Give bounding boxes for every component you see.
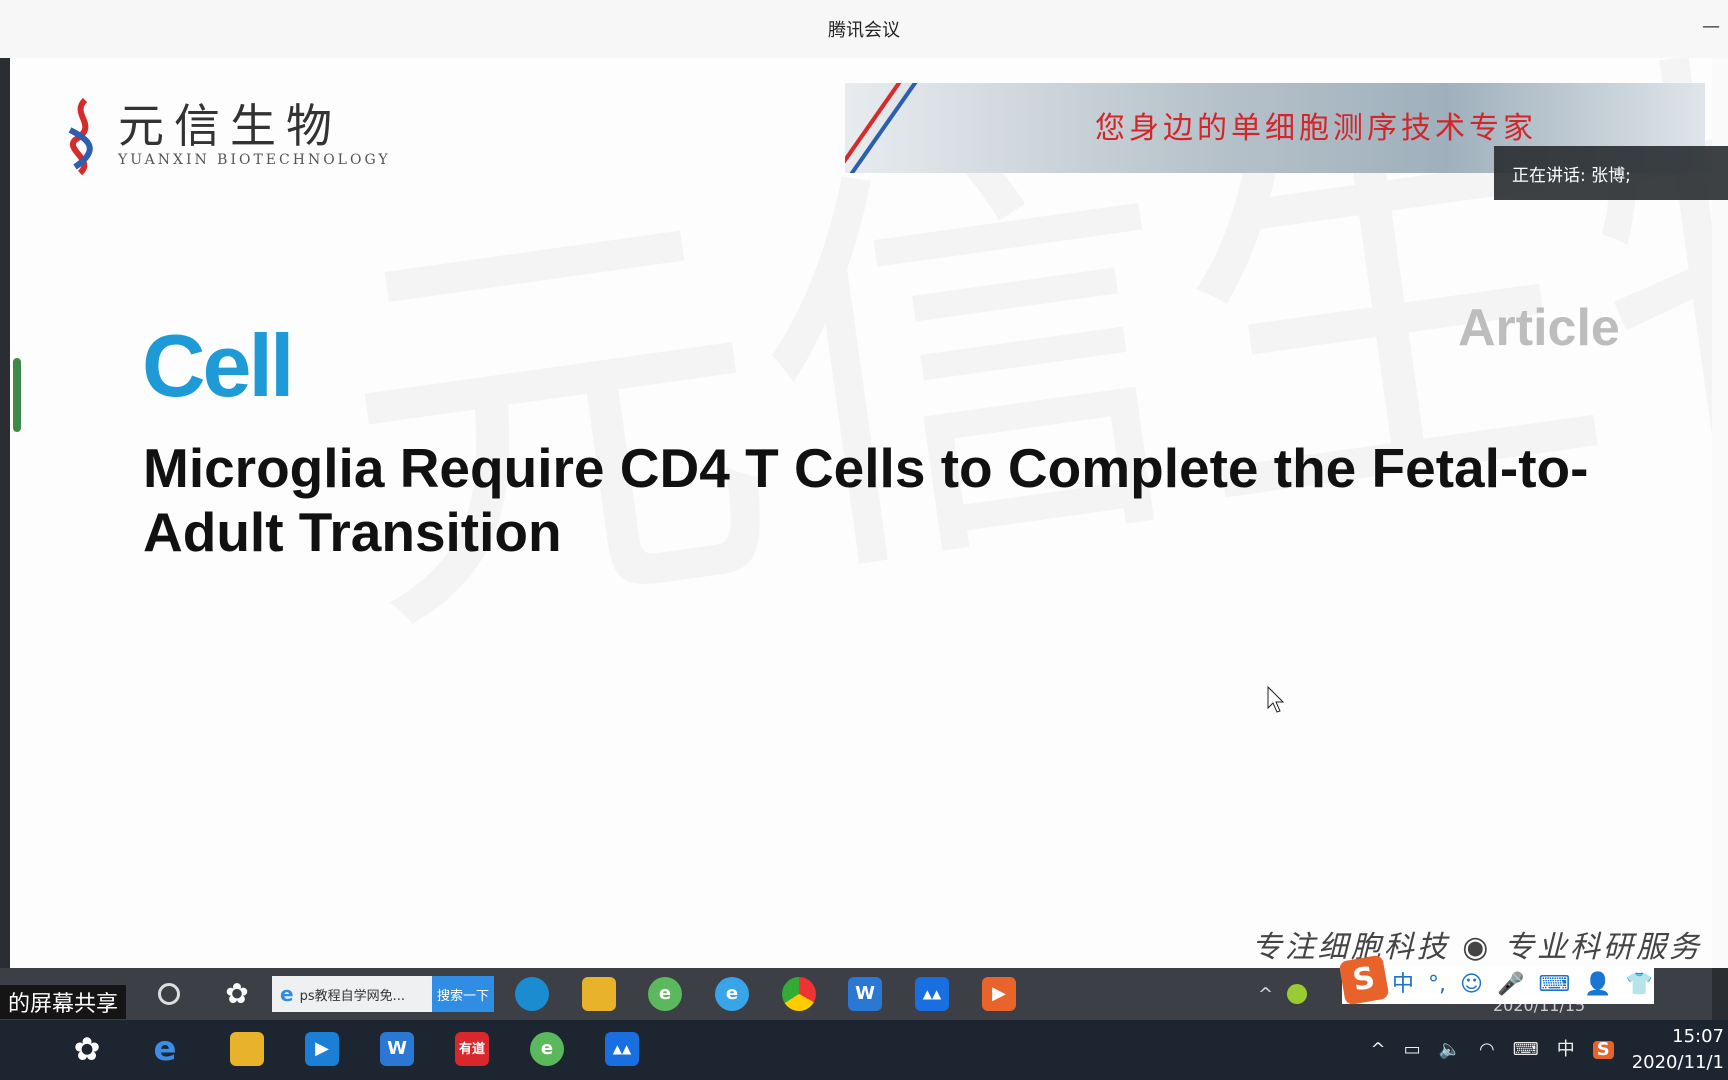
logo-cn: 元信生物 [118,99,342,153]
mouse-cursor-icon [1267,686,1285,713]
minimize-button[interactable]: — [1702,18,1720,38]
security-icon[interactable] [1287,984,1308,1004]
taskbar: ✿ e ▶ W 有道 e ▲▲ ^ ▭ 🔈 ◠ ⌨ 中 S 15:07 2020… [0,1020,1728,1080]
logo-en: YUANXIN BIOTECHNOLOGY [118,152,391,168]
time: 15:07 [1672,1026,1724,1047]
ime-chinese[interactable]: 中 [1392,974,1414,996]
volume-icon[interactable]: 🔈 [1439,1041,1461,1059]
article-type: Article [1458,299,1620,357]
video-editor-icon[interactable]: ▶ [305,1032,339,1066]
ie-search-button[interactable]: 搜索一下 [432,976,494,1012]
cortana-icon[interactable] [158,983,180,1005]
inner-tray: ^ [1258,968,1308,1020]
tray-chevron-icon[interactable]: ^ [1371,1041,1386,1059]
journal-logo: Cell [142,316,294,415]
window-title: 腾讯会议 [828,20,900,41]
youdao-icon[interactable]: 有道 [455,1032,489,1066]
mic-icon[interactable]: 🎤 [1497,974,1524,996]
ie-icon: e [280,982,294,1006]
red-stripe [845,83,909,173]
title-bar: 腾讯会议 — [0,0,1728,58]
shared-screen: 元信生物 元信生物 YUANXIN BIOTECHNOLOGY 您身边的单细胞测… [10,58,1712,968]
ime-toolbar: 中 °, ☺ 🎤 ⌨ 👤 👕 ▦ [1342,966,1654,1004]
wifi-icon[interactable]: ◠ [1479,1041,1495,1059]
ie-search-bar[interactable]: e ps教程自学网免... 搜索一下 [272,976,494,1012]
sogou-icon[interactable]: S [1338,954,1390,1006]
sogou-icon[interactable]: S [1592,1041,1614,1059]
keyboard-icon[interactable]: ⌨ [1538,974,1570,996]
paper-title: Microglia Require CD4 T Cells to Complet… [143,437,1589,563]
edge-icon[interactable] [515,977,549,1011]
wps-icon[interactable]: W [380,1032,414,1066]
folder-icon[interactable] [230,1032,264,1066]
tray-chevron-icon[interactable]: ^ [1258,984,1273,1005]
scroll-handle[interactable] [13,358,21,432]
tencent-meeting-icon[interactable]: ▲▲ [915,977,949,1011]
battery-icon[interactable]: ▭ [1404,1041,1421,1059]
speaking-indicator: 正在讲话: 张博; [1494,146,1728,200]
chrome-icon[interactable] [782,977,816,1011]
clock[interactable]: 15:07 2020/11/1 [1632,1024,1724,1076]
emoji-icon[interactable]: ☺ [1460,974,1483,996]
skin-icon[interactable]: 👕 [1626,974,1653,996]
keyboard-icon[interactable]: ⌨ [1513,1041,1539,1059]
company-logo: 元信生物 YUANXIN BIOTECHNOLOGY [60,95,391,175]
browser-icon[interactable]: e [715,977,749,1011]
media-player-icon[interactable]: ▶ [982,977,1016,1011]
pinwheel-icon[interactable]: ✿ [220,977,254,1011]
share-label: 的屏幕共享 [0,985,127,1019]
wps-icon[interactable]: W [848,977,882,1011]
ie-search-text: ps教程自学网免... [299,988,406,1004]
blue-stripe [845,83,925,173]
footer-slogan: 专注细胞科技 ◉ 专业科研服务 [1251,930,1702,965]
folder-icon[interactable] [582,977,616,1011]
ime-mode[interactable]: 中 [1557,1041,1575,1059]
ie-icon[interactable]: e [148,1032,182,1066]
tencent-meeting-icon[interactable]: ▲▲ [605,1032,639,1066]
banner-text: 您身边的单细胞测序技术专家 [1095,111,1537,146]
system-tray: ^ ▭ 🔈 ◠ ⌨ 中 S 15:07 2020/11/1 [1371,1020,1728,1080]
browser-360-icon[interactable]: e [648,977,682,1011]
ime-punct[interactable]: °, [1428,974,1446,996]
user-icon[interactable]: 👤 [1584,974,1611,996]
browser-360-icon[interactable]: e [530,1032,564,1066]
date: 2020/11/1 [1631,1052,1724,1073]
pinwheel-icon[interactable]: ✿ [70,1032,104,1066]
dna-logo-icon [68,97,93,175]
